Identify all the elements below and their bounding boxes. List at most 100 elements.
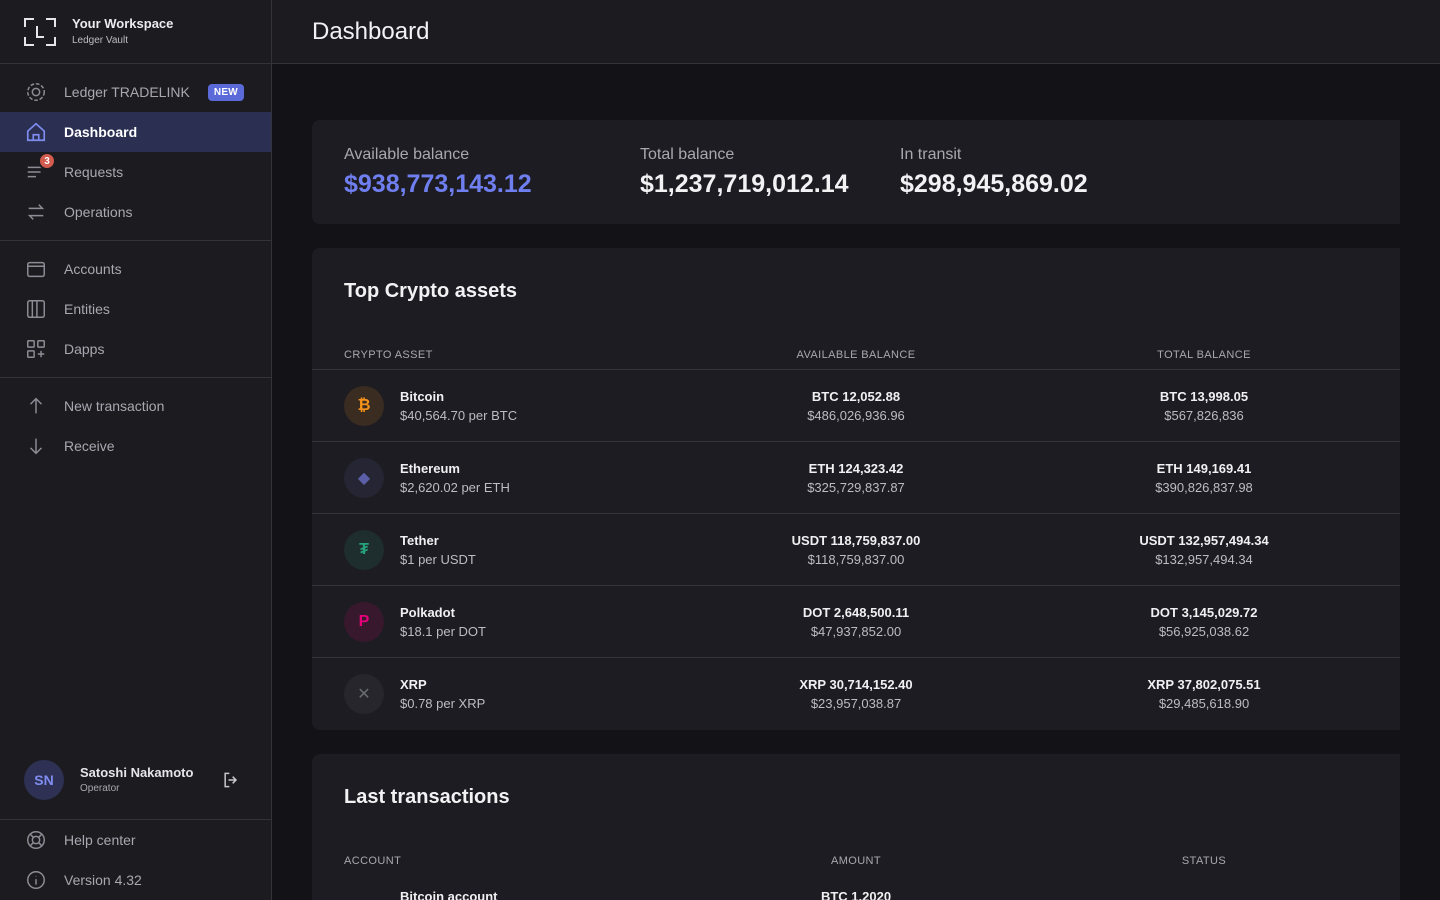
avatar: SN	[24, 759, 64, 800]
sidebar-item-label: Operations	[64, 204, 133, 220]
sidebar-item-entities[interactable]: Entities	[0, 289, 271, 329]
total-crypto: ETH 149,169.41	[1156, 460, 1252, 476]
sidebar-item-label: Entities	[64, 301, 110, 317]
available-crypto: USDT 118,759,837.00	[791, 532, 921, 548]
available-fiat: $486,026,936.96	[807, 407, 905, 423]
sidebar-item-tradelink[interactable]: Ledger TRADELINK NEW	[0, 72, 271, 112]
sidebar-item-help-center[interactable]: Help center	[0, 820, 271, 860]
available-balance-label: Available balance	[344, 146, 470, 163]
coin-icon: ₿	[344, 385, 384, 426]
table-row[interactable]: ✕ XRP $0.78 per XRP XRP 30,714,152.40 $23,95…	[312, 658, 1400, 730]
page-title: Dashboard	[312, 17, 430, 45]
sidebar-item-new-transaction[interactable]: New transaction	[0, 386, 271, 426]
total-crypto: DOT 3,145,029.72	[1150, 604, 1258, 620]
sidebar-item-accounts[interactable]: Accounts	[0, 249, 271, 289]
coin-icon: ₮	[344, 529, 384, 570]
column-header-status: STATUS	[1181, 855, 1227, 867]
top-bar: Dashboard	[272, 0, 1440, 64]
balances-card: Available balance $938,773,143.12 Total …	[312, 120, 1400, 224]
workspace-title: Your Workspace	[72, 15, 174, 31]
sidebar-item-dapps[interactable]: Dapps	[0, 329, 271, 369]
nav-group-actions: New transaction Receive	[0, 378, 271, 474]
sidebar-item-version: Version 4.32	[0, 860, 271, 900]
ledger-logo-icon	[24, 17, 56, 46]
in-transit-label: In transit	[900, 146, 962, 163]
table-row[interactable]: Bitcoin account BTC 1.2020	[312, 876, 1400, 900]
sidebar-item-dashboard[interactable]: Dashboard	[0, 112, 271, 152]
table-row[interactable]: ₿ Bitcoin $40,564.70 per BTC BTC 12,052.88 $…	[312, 370, 1400, 442]
table-header: CRYPTO ASSET AVAILABLE BALANCE TOTAL BAL…	[312, 340, 1400, 370]
available-fiat: $47,937,852.00	[810, 623, 902, 639]
coin-icon: ✕	[344, 674, 384, 714]
asset-price: $1 per USDT	[400, 551, 476, 567]
total-fiat: $132,957,494.34	[1155, 551, 1253, 567]
sidebar-item-label: Dashboard	[64, 124, 138, 140]
total-crypto: BTC 13,998.05	[1159, 388, 1249, 404]
top-crypto-assets-card: Top Crypto assets CRYPTO ASSET AVAILABLE…	[312, 248, 1400, 730]
asset-price: $2,620.02 per ETH	[400, 479, 510, 495]
sidebar-item-label: Dapps	[64, 341, 105, 357]
user-name: Satoshi Nakamoto	[80, 765, 194, 780]
coin-icon: P	[344, 601, 384, 642]
available-crypto: BTC 12,052.88	[811, 388, 901, 404]
table-row[interactable]: ₮ Tether $1 per USDT USDT 118,759,837.00 $11…	[312, 514, 1400, 586]
new-badge: NEW	[207, 83, 245, 101]
asset-name: Ethereum	[400, 460, 460, 476]
column-header-account: ACCOUNT	[344, 855, 402, 867]
sidebar-item-label: Help center	[64, 832, 136, 848]
total-balance: Total balance $1,237,719,012.14	[640, 146, 852, 199]
total-fiat: $390,826,837.98	[1155, 479, 1253, 495]
sidebar-item-label: Requests	[64, 164, 124, 180]
table-row[interactable]: ◆ Ethereum $2,620.02 per ETH ETH 124,323.42…	[312, 442, 1400, 514]
nav-group-main: Ledger TRADELINK NEW Dashboard 3 Request…	[0, 64, 271, 241]
main-content: Dashboard Available balance $938,773,143…	[272, 0, 1440, 900]
asset-price: $0.78 per XRP	[400, 696, 486, 711]
swap-arrows-icon	[24, 200, 48, 224]
asset-name: XRP	[400, 677, 427, 692]
in-transit-balance: In transit $298,945,869.02	[900, 146, 1088, 199]
in-transit-value: $298,945,869.02	[900, 170, 1088, 198]
available-balance-value: $938,773,143.12	[344, 170, 532, 198]
asset-price: $18.1 per DOT	[400, 623, 486, 639]
section-title: Top Crypto assets	[344, 280, 517, 302]
grid-icon	[24, 337, 48, 361]
coin-icon: ◆	[344, 457, 384, 498]
arrow-down-icon	[24, 434, 48, 458]
sidebar-item-label: Accounts	[64, 261, 122, 277]
table-header: ACCOUNT AMOUNT STATUS	[312, 846, 1400, 876]
available-crypto: ETH 124,323.42	[808, 460, 904, 476]
asset-name: Polkadot	[400, 604, 455, 620]
wallet-icon	[24, 257, 48, 281]
info-icon	[24, 868, 48, 892]
workspace-subtitle: Ledger Vault	[72, 34, 128, 46]
version-label: Version 4.32	[64, 872, 142, 888]
column-header-available: AVAILABLE BALANCE	[796, 348, 916, 361]
table-row[interactable]: P Polkadot $18.1 per DOT DOT 2,648,500.11 $4…	[312, 586, 1400, 658]
total-crypto: USDT 132,957,494.34	[1139, 532, 1269, 548]
section-title: Last transactions	[344, 786, 510, 808]
total-crypto: XRP 37,802,075.51	[1147, 677, 1261, 692]
column-header-asset: CRYPTO ASSET	[344, 348, 433, 361]
home-icon	[24, 120, 48, 144]
available-fiat: $23,957,038.87	[810, 696, 902, 711]
asset-name: Tether	[400, 532, 439, 548]
sidebar-item-requests[interactable]: 3 Requests	[0, 152, 271, 192]
available-crypto: XRP 30,714,152.40	[799, 677, 913, 692]
requests-count-badge: 3	[38, 152, 56, 170]
available-fiat: $118,759,837.00	[807, 551, 905, 567]
sidebar-item-label: Ledger TRADELINK	[64, 84, 190, 100]
lifebuoy-icon	[24, 828, 48, 852]
logout-icon[interactable]	[221, 770, 241, 790]
asset-price: $40,564.70 per BTC	[400, 407, 518, 423]
sidebar-item-label: Receive	[64, 438, 115, 454]
arrow-up-icon	[24, 394, 48, 418]
sidebar: Your Workspace Ledger Vault Ledger TRADE…	[0, 0, 272, 900]
workspace-switcher[interactable]: Your Workspace Ledger Vault	[0, 0, 271, 64]
sidebar-item-label: New transaction	[64, 398, 165, 414]
sidebar-bottom: Help center Version 4.32	[0, 820, 271, 900]
column-header-total: TOTAL BALANCE	[1157, 348, 1251, 361]
available-balance: Available balance $938,773,143.12	[344, 146, 592, 199]
column-header-amount: AMOUNT	[830, 855, 882, 867]
sidebar-item-receive[interactable]: Receive	[0, 426, 271, 466]
sidebar-item-operations[interactable]: Operations	[0, 192, 271, 232]
